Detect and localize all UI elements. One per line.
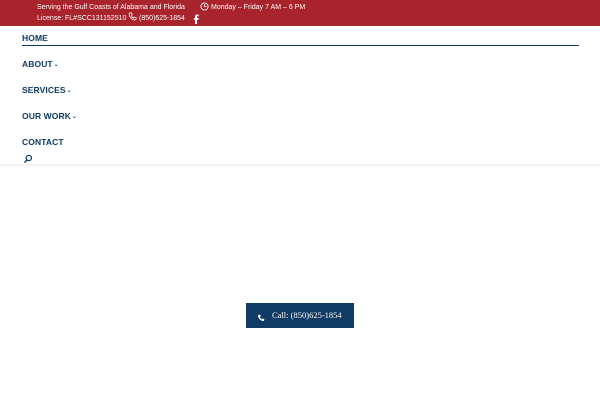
phone-icon [257, 314, 265, 322]
hours-text: Monday – Friday 7 AM – 6 PM [211, 4, 306, 11]
license-text: License: FL#SCC131152510 [37, 15, 127, 22]
nav-item-about[interactable]: ABOUT⌄ [22, 59, 59, 69]
call-button-label: Call: (850)625-1854 [272, 310, 342, 320]
phone-icon [128, 12, 137, 21]
chevron-down-icon: ⌄ [53, 62, 59, 68]
chevron-down-icon: ⌄ [66, 88, 72, 94]
chevron-down-icon: ⌄ [71, 114, 78, 120]
nav-item-label: HOME [22, 33, 48, 43]
search-icon[interactable] [23, 154, 33, 164]
top-bar: Serving the Gulf Coasts of Alabama and F… [0, 0, 600, 26]
active-underline [22, 45, 579, 46]
facebook-icon[interactable] [192, 14, 200, 24]
topbar-phone-link[interactable]: (850)625-1854 [139, 14, 185, 23]
nav-item-home[interactable]: HOME [22, 33, 48, 43]
clock-icon [200, 2, 209, 11]
header-shadow [0, 164, 600, 168]
tagline-text: Serving the Gulf Coasts of Alabama and F… [37, 4, 185, 11]
call-button[interactable]: Call: (850)625-1854 [246, 303, 354, 328]
nav-item-label: ABOUT [22, 59, 53, 69]
nav-item-contact[interactable]: CONTACT [22, 137, 64, 147]
nav-item-services[interactable]: SERVICES⌄ [22, 85, 72, 95]
nav-item-label: CONTACT [22, 137, 64, 147]
nav-item-our-work[interactable]: OUR WORK⌄ [22, 111, 77, 121]
nav-item-label: SERVICES [22, 85, 66, 95]
nav-item-label: OUR WORK [22, 111, 71, 121]
